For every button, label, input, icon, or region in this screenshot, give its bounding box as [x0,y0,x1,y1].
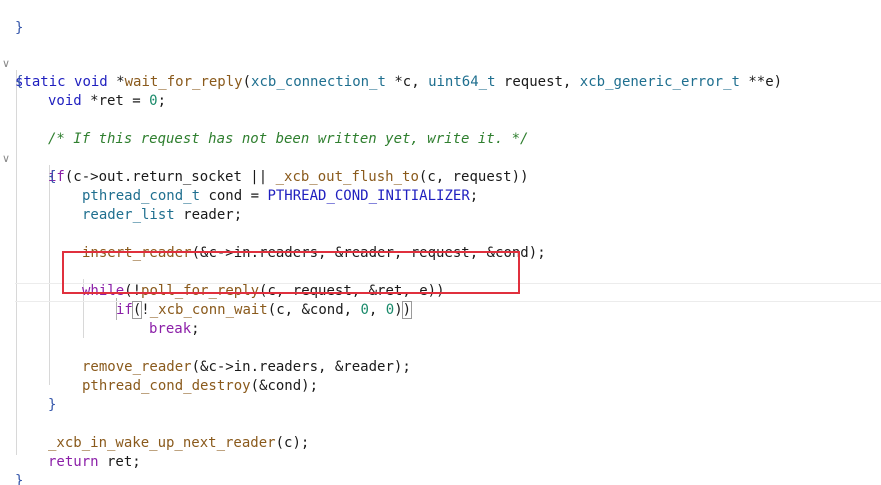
code-line-6[interactable]: /* If this request has not been written … [0,111,528,147]
code-line-16[interactable]: break; [0,301,200,337]
code-text: pthread_cond_destroy(&cond); [82,378,319,394]
code-line-24[interactable]: } [0,453,34,485]
code-text: void *ret = 0; [48,93,167,109]
code-line-3[interactable]: { [0,54,34,90]
code-text: } [48,397,57,413]
code-text: _xcb_in_wake_up_next_reader(c); [48,435,310,451]
code-text: } [15,473,24,485]
annotation-highlight-box [62,251,520,294]
code-text: pthread_cond_t cond = PTHREAD_COND_INITI… [82,188,479,204]
code-line-1[interactable]: } [0,0,34,36]
code-text: return ret; [48,454,141,470]
code-line-23[interactable]: return ret; [0,434,141,470]
code-line-7[interactable]: ∨ if(c->out.return_socket || _xcb_out_fl… [0,130,881,185]
code-text: { [48,169,57,185]
code-line-15[interactable]: if(!_xcb_conn_wait(c, &cond, 0, 0)) [0,282,413,319]
code-line-14[interactable]: while(!poll_for_reply(c, request, &ret, … [0,263,445,299]
indent-guide [49,165,50,385]
code-text: break; [149,321,200,337]
code-text: if(!_xcb_conn_wait(c, &cond, 0, 0)) [116,301,413,319]
code-line-20[interactable]: } [0,377,56,413]
code-text: remove_reader(&c->in.readers, &reader); [82,359,411,375]
code-text: if(c->out.return_socket || _xcb_out_flus… [48,169,529,185]
code-line-18[interactable]: remove_reader(&c->in.readers, &reader); [0,339,411,375]
code-line-12[interactable]: insert_reader(&c->in.readers, &reader, r… [0,225,546,261]
code-line-4[interactable]: void *ret = 0; [0,73,166,109]
bracket-match: ) [401,301,413,319]
code-line-19[interactable]: pthread_cond_destroy(&cond); [0,358,318,394]
code-text: static void *wait_for_reply(xcb_connecti… [15,74,783,90]
code-line-9[interactable]: pthread_cond_t cond = PTHREAD_COND_INITI… [0,168,478,204]
code-line-8[interactable]: { [0,149,56,185]
code-line-2[interactable]: ∨ static void *wait_for_reply(xcb_connec… [0,35,881,90]
code-text: reader_list reader; [82,207,243,223]
code-line-10[interactable]: reader_list reader; [0,187,242,223]
code-editor[interactable]: } ∨ static void *wait_for_reply(xcb_conn… [0,0,881,485]
code-line-22[interactable]: _xcb_in_wake_up_next_reader(c); [0,415,309,451]
